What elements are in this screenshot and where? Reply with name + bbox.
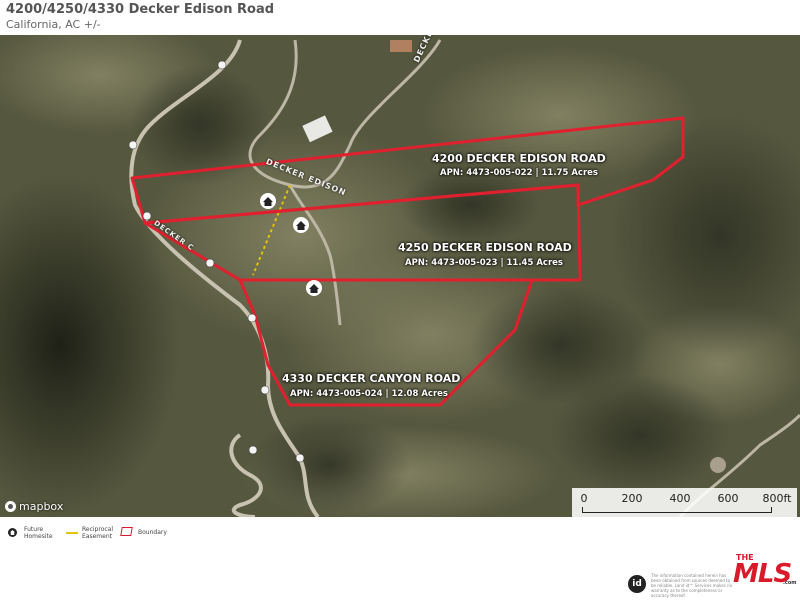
disclaimer-text: The information contained herein has bee… <box>651 573 733 598</box>
legend-easement-label: Reciprocal Easement <box>82 526 114 540</box>
satellite-imagery <box>0 35 800 517</box>
page-title: 4200/4250/4330 Decker Edison Road <box>6 2 275 17</box>
mls-logo-com: .com <box>783 580 797 586</box>
parcel-name-4200: 4200 DECKER EDISON ROAD <box>432 152 606 165</box>
mapbox-attribution[interactable]: mapbox <box>5 500 63 513</box>
parcel-name-4250: 4250 DECKER EDISON ROAD <box>398 241 572 254</box>
parcel-name-4330: 4330 DECKER CANYON ROAD <box>282 372 461 385</box>
mapbox-icon <box>5 501 16 512</box>
page-subtitle: California, AC +/- <box>6 18 101 31</box>
parcel-apn-4330: APN: 4473-005-024 | 12.08 Acres <box>290 389 448 399</box>
footer-branding: id The information contained herein has … <box>620 553 800 598</box>
scale-tick: 600 <box>717 492 739 505</box>
scale-bar: 0 200 400 600 800ft <box>572 488 797 517</box>
boundary-icon <box>120 527 133 536</box>
map-legend: Future Homesite Reciprocal Easement Boun… <box>0 522 300 552</box>
scale-tick: 400 <box>669 492 691 505</box>
scale-line <box>582 507 772 513</box>
header: 4200/4250/4330 Decker Edison Road Califo… <box>0 0 800 34</box>
scale-tick: 800ft <box>762 492 792 505</box>
parcel-apn-4200: APN: 4473-005-022 | 11.75 Acres <box>440 168 598 178</box>
dashed-line-icon <box>66 532 78 534</box>
scale-tick: 0 <box>580 492 588 505</box>
legend-homesite-label: Future Homesite <box>24 526 53 540</box>
home-icon <box>8 528 17 537</box>
map-view[interactable]: DECKER EDISON DECKER DECKER C 4200 DECKE… <box>0 35 800 517</box>
mls-logo: THE MLS .com <box>733 553 798 591</box>
legend-boundary-label: Boundary <box>138 529 167 536</box>
parcel-apn-4250: APN: 4473-005-023 | 11.45 Acres <box>405 258 563 268</box>
scale-ticks: 0 200 400 600 800ft <box>580 492 792 505</box>
landid-logo: id <box>628 575 646 593</box>
mapbox-label: mapbox <box>19 500 64 513</box>
scale-tick: 200 <box>621 492 643 505</box>
